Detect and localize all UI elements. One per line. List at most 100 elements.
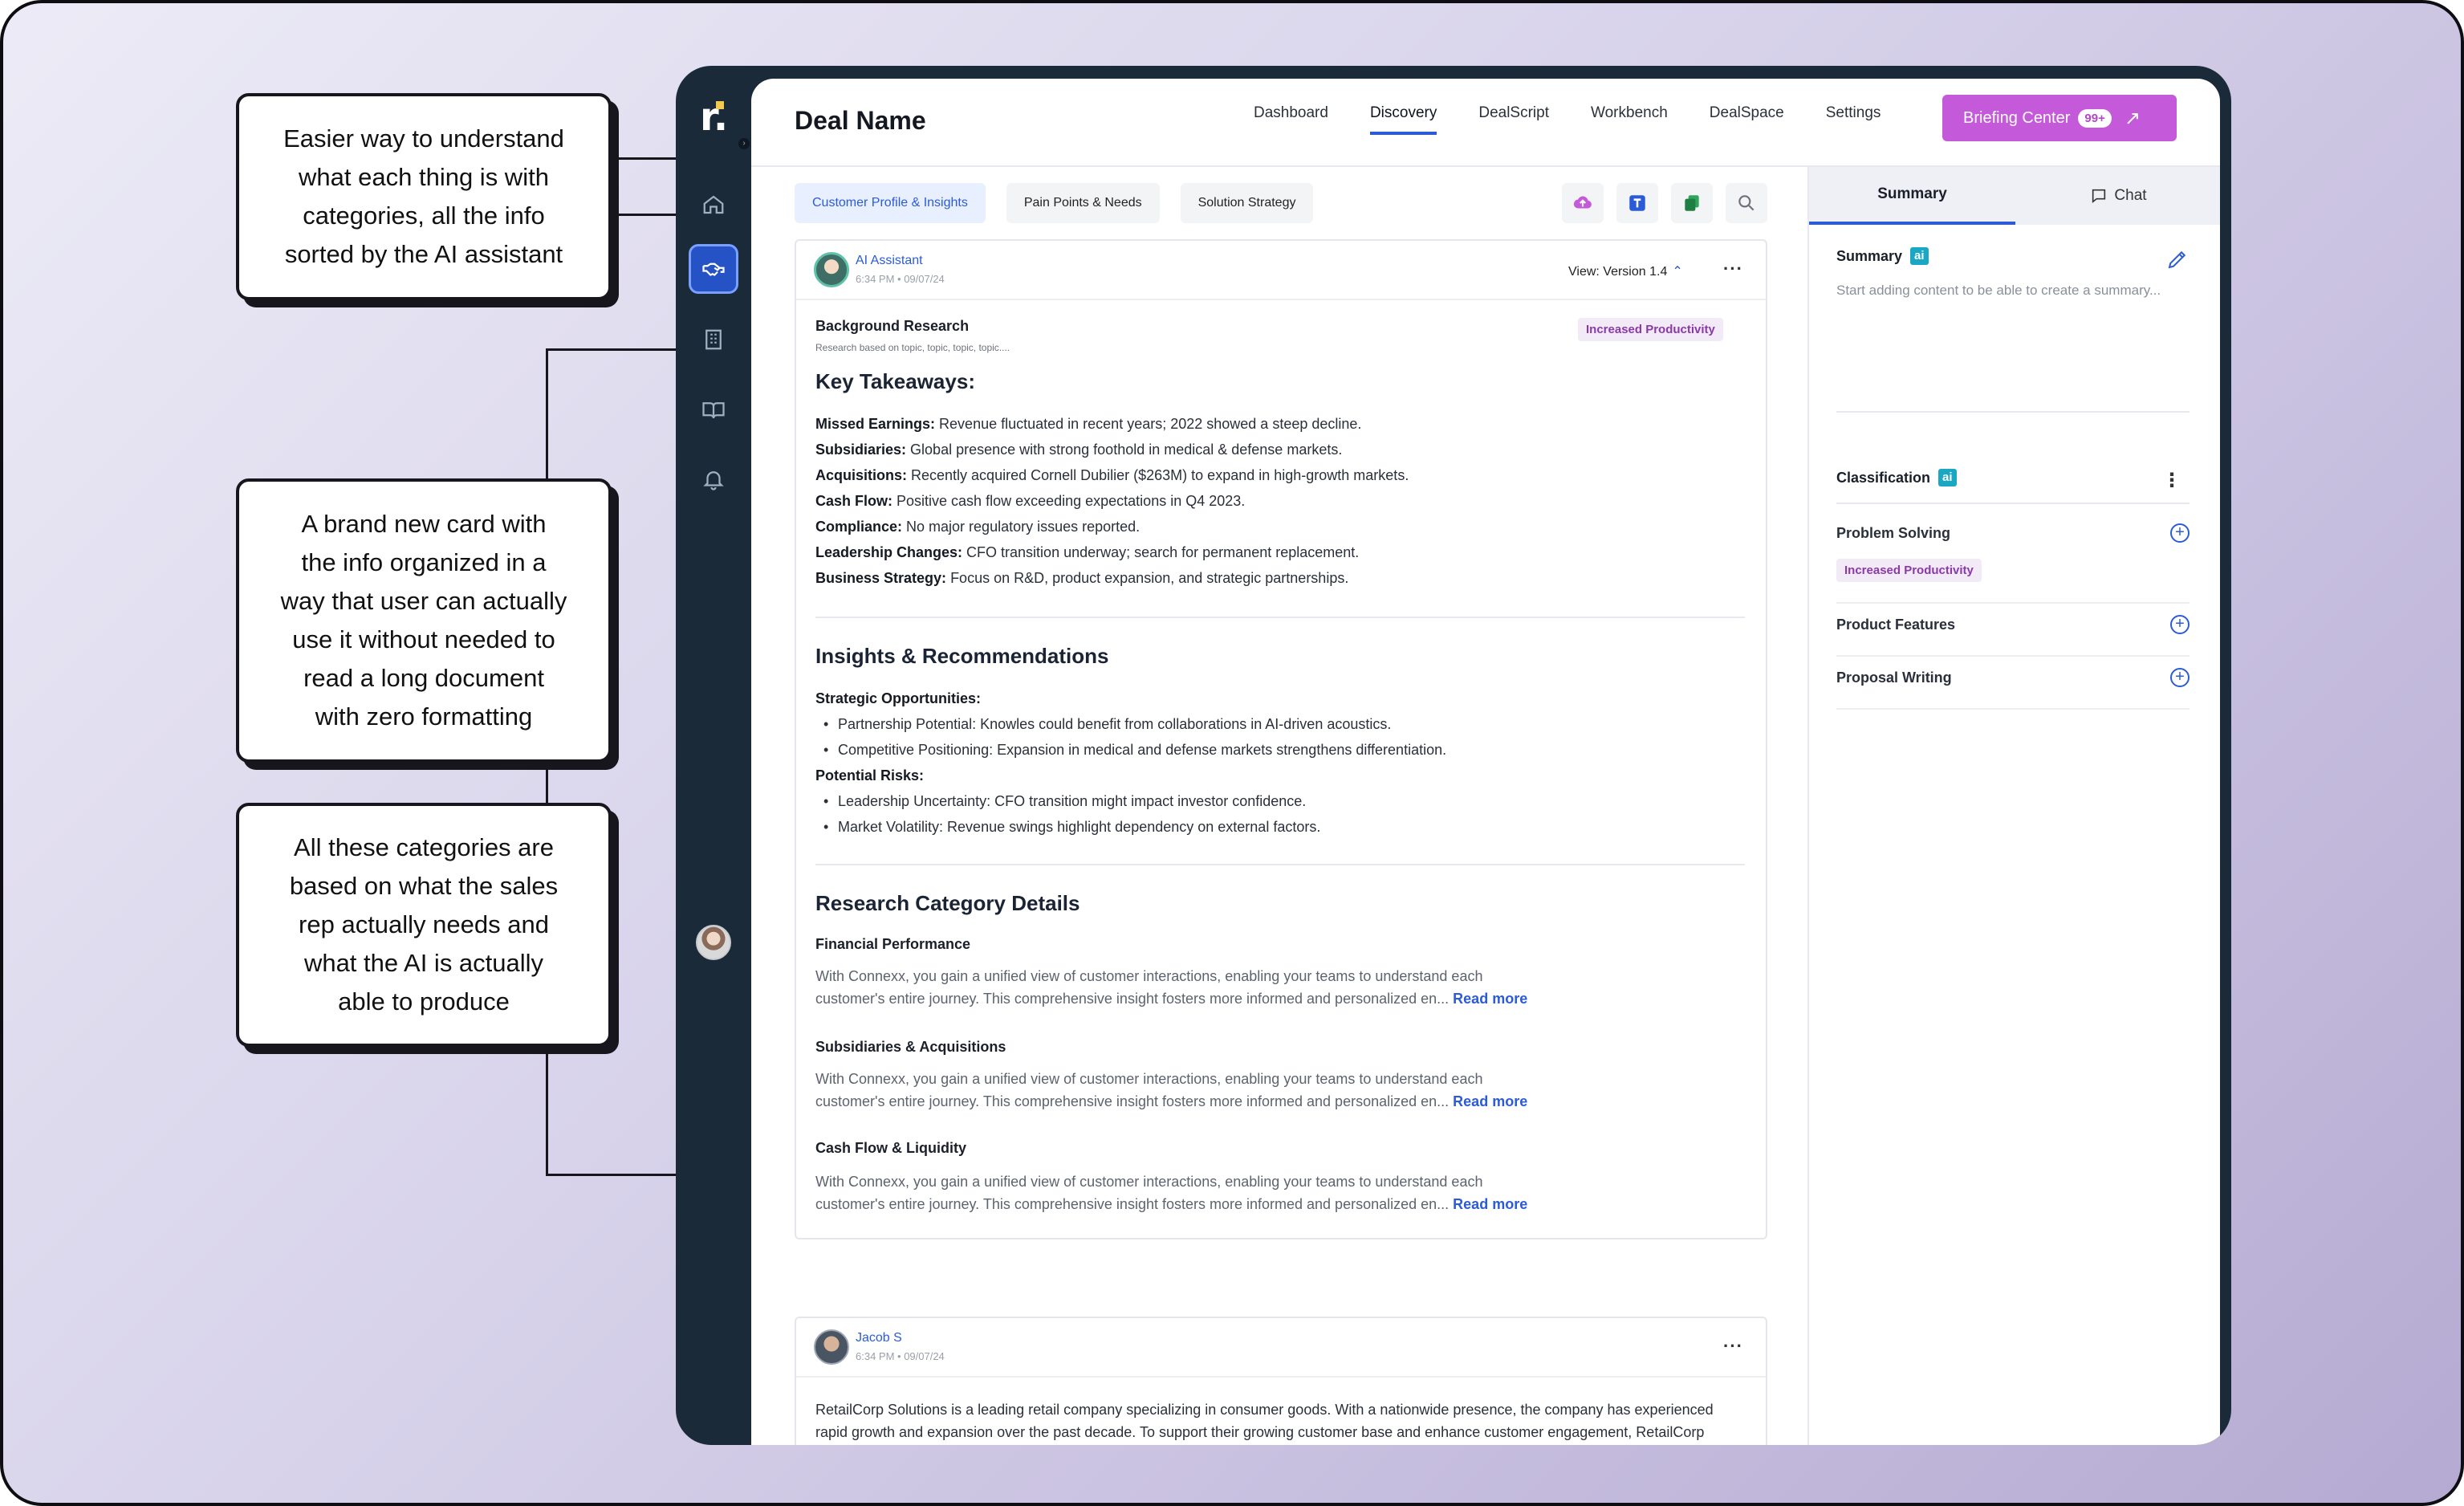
ai-icon: ai <box>1938 469 1957 486</box>
top-bar: Deal Name Dashboard Discovery DealScript… <box>751 79 2220 167</box>
classification-row[interactable]: Proposal Writing + <box>1836 668 2190 710</box>
divider <box>815 864 1745 865</box>
tab-solution-strategy[interactable]: Solution Strategy <box>1180 183 1314 223</box>
list-item: Missed Earnings: Revenue fluctuated in r… <box>815 416 1362 432</box>
callout-line: what each thing is with <box>299 163 549 191</box>
tab-customer-profile[interactable]: Customer Profile & Insights <box>795 183 986 223</box>
pencil-icon[interactable] <box>2165 247 2190 271</box>
avatar <box>814 1329 849 1365</box>
category-title: Cash Flow & Liquidity <box>815 1140 966 1156</box>
list-item: Compliance: No major regulatory issues r… <box>815 519 1141 535</box>
list-item: Subsidiaries: Global presence with stron… <box>815 442 1343 458</box>
subsection-title: Potential Risks: <box>815 767 925 784</box>
handshake-icon <box>702 263 725 276</box>
home-icon <box>703 195 724 214</box>
row-label: Problem Solving <box>1836 525 1951 541</box>
callout-line: read a long document <box>303 664 544 692</box>
section-title: Background Research <box>815 318 970 334</box>
version-selector[interactable]: View: Version 1.4 ⌃ <box>1568 263 1683 279</box>
connector-line <box>546 1047 548 1175</box>
callout-line: able to produce <box>338 987 510 1016</box>
copy-button[interactable] <box>1671 183 1713 223</box>
read-more-link[interactable]: Read more <box>1453 1196 1527 1212</box>
nav-discovery[interactable]: Discovery <box>1369 104 1437 135</box>
divider <box>1836 503 2190 504</box>
divider <box>1836 411 2190 413</box>
tab-chat[interactable]: Chat <box>2015 167 2220 225</box>
insights-list: Strategic Opportunities: Partnership Pot… <box>815 686 1446 840</box>
callout-line: All these categories are <box>294 833 554 861</box>
more-options-icon[interactable]: ··· <box>1723 1336 1743 1357</box>
list-item: Leadership Uncertainty: CFO transition m… <box>815 788 1446 814</box>
tab-summary[interactable]: Summary <box>1809 167 2015 225</box>
list-item: Market Volatility: Revenue swings highli… <box>815 814 1446 840</box>
section-subtitle: Research based on topic, topic, topic, t… <box>815 342 1010 353</box>
card-header: Jacob S 6:34 PM • 09/07/24 ··· <box>796 1318 1766 1378</box>
callout-line: with zero formatting <box>315 702 533 731</box>
key-takeaways-list: Missed Earnings: Revenue fluctuated in r… <box>815 411 1409 591</box>
cloud-upload-icon <box>1573 196 1592 209</box>
summary-section: Summary ai Start adding content to be ab… <box>1836 247 2190 302</box>
briefing-label: Briefing Center <box>1963 108 2071 127</box>
text-button[interactable] <box>1616 183 1658 223</box>
row-label: Proposal Writing <box>1836 670 1952 686</box>
sidebar-item-notifications[interactable] <box>689 454 738 504</box>
classification-row[interactable]: Problem Solving + Increased Productivity <box>1836 517 2190 604</box>
user-note-card: Jacob S 6:34 PM • 09/07/24 ··· RetailCor… <box>795 1317 1767 1445</box>
search-button[interactable] <box>1726 183 1767 223</box>
nav-settings[interactable]: Settings <box>1826 104 1881 135</box>
list-item: Acquisitions: Recently acquired Cornell … <box>815 467 1409 483</box>
discovery-main: Customer Profile & Insights Pain Points … <box>751 167 1807 1445</box>
more-options-icon[interactable]: ··· <box>1723 258 1743 279</box>
logo-accent <box>716 101 724 109</box>
callout-categories: Easier way to understand what each thing… <box>236 93 612 300</box>
nav-dealscript[interactable]: DealScript <box>1478 104 1549 135</box>
list-item: Cash Flow: Positive cash flow exceeding … <box>815 493 1246 509</box>
sidebar-item-deals[interactable] <box>689 244 738 294</box>
classification-row[interactable]: Product Features + <box>1836 615 2190 657</box>
add-icon[interactable]: + <box>2170 615 2190 634</box>
read-more-link[interactable]: Read more <box>1453 991 1527 1007</box>
bell-icon <box>703 471 724 490</box>
external-arrow-icon: ↗ <box>2124 107 2141 129</box>
collapse-icon[interactable]: › <box>738 138 750 149</box>
category-title: Subsidiaries & Acquisitions <box>815 1039 1006 1055</box>
upload-button[interactable] <box>1562 183 1604 223</box>
briefing-center-button[interactable]: Briefing Center 99+ ↗ <box>1942 95 2177 141</box>
card-header: AI Assistant 6:34 PM • 09/07/24 View: Ve… <box>796 241 1766 300</box>
sidebar-item-companies[interactable] <box>689 315 738 364</box>
add-icon[interactable]: + <box>2170 668 2190 687</box>
page-title: Deal Name <box>795 106 926 135</box>
callout-line: what the AI is actually <box>303 949 544 977</box>
subsection-title: Strategic Opportunities: <box>815 690 982 706</box>
sidebar-item-home[interactable] <box>689 180 738 230</box>
nav-dealspace[interactable]: DealSpace <box>1710 104 1784 135</box>
callout-line: way that user can actually <box>280 587 567 615</box>
category-body: With Connexx, you gain a unified view of… <box>815 1071 1528 1109</box>
right-panel: Summary Chat Summary ai Start adding con… <box>1807 167 2220 1445</box>
tab-pain-points[interactable]: Pain Points & Needs <box>1006 183 1160 223</box>
callout-new-card: A brand new card with the info organized… <box>236 478 612 763</box>
row-label: Product Features <box>1836 617 1956 633</box>
chevron-up-icon: ⌃ <box>1672 265 1683 279</box>
card-author[interactable]: AI Assistant <box>856 254 923 268</box>
version-label: View: Version 1.4 <box>1568 265 1668 279</box>
callout-category-basis: All these categories are based on what t… <box>236 803 612 1047</box>
read-more-link[interactable]: Read more <box>1453 1093 1527 1109</box>
kebab-menu-icon[interactable]: ⋮ <box>2162 469 2181 492</box>
card-author[interactable]: Jacob S <box>856 1331 902 1345</box>
nav-workbench[interactable]: Workbench <box>1591 104 1668 135</box>
ai-research-card: AI Assistant 6:34 PM • 09/07/24 View: Ve… <box>795 239 1767 1239</box>
add-icon[interactable]: + <box>2170 523 2190 543</box>
callout-line: based on what the sales <box>289 872 559 900</box>
category-title: Financial Performance <box>815 936 971 952</box>
chat-icon <box>2092 189 2106 204</box>
callout-line: categories, all the info <box>303 201 545 230</box>
sidebar-item-library[interactable] <box>689 385 738 435</box>
classification-section: Classification ai ⋮ <box>1836 469 2190 491</box>
nav-dashboard[interactable]: Dashboard <box>1254 104 1328 135</box>
callout-line: the info organized in a <box>301 548 547 576</box>
category-tabs: Customer Profile & Insights Pain Points … <box>795 183 1314 223</box>
avatar[interactable] <box>696 925 731 960</box>
list-item: Partnership Potential: Knowles could ben… <box>815 711 1446 737</box>
